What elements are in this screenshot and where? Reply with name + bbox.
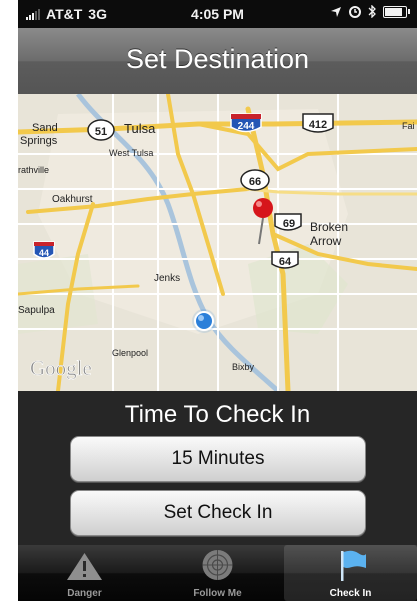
phone-screen: AT&T 3G 4:05 PM Set Destination 51 244 4… bbox=[18, 0, 417, 601]
tab-bar: Danger Follow Me Check In bbox=[18, 545, 417, 601]
map-label-sand: Sand bbox=[32, 122, 58, 134]
map-label-bixby: Bixby bbox=[232, 362, 255, 372]
highway-shield-412: 412 bbox=[302, 113, 334, 133]
svg-text:244: 244 bbox=[238, 121, 255, 132]
highway-shield-66: 66 bbox=[240, 169, 270, 191]
map-label-far-right: Fai bbox=[402, 121, 415, 131]
page-title: Set Destination bbox=[125, 44, 310, 74]
highway-shield-51: 51 bbox=[87, 119, 115, 141]
map-label-rathville: rathville bbox=[18, 165, 49, 175]
location-arrow-icon bbox=[331, 6, 341, 17]
svg-text:412: 412 bbox=[309, 119, 327, 131]
flag-icon bbox=[341, 550, 366, 581]
map-label-tulsa: Tulsa bbox=[124, 121, 156, 136]
current-location-icon bbox=[192, 309, 216, 333]
map-label-west-tulsa: West Tulsa bbox=[109, 148, 153, 158]
map-label-springs: Springs bbox=[20, 135, 58, 147]
tab-danger[interactable]: Danger bbox=[18, 545, 151, 601]
set-check-in-button[interactable]: Set Check In bbox=[70, 490, 366, 536]
svg-text:44: 44 bbox=[39, 248, 49, 258]
bluetooth-icon bbox=[368, 5, 376, 18]
alarm-icon bbox=[349, 5, 361, 18]
tab-check-in[interactable]: Check In bbox=[284, 545, 417, 601]
google-logo: Google bbox=[30, 356, 92, 380]
map-label-glenpool: Glenpool bbox=[112, 348, 148, 358]
radar-icon bbox=[202, 550, 233, 580]
check-in-heading: Time To Check In bbox=[124, 401, 311, 428]
destination-map[interactable]: 51 244 412 66 69 64 44 Sand Springs Tuls… bbox=[18, 94, 417, 391]
tab-danger-label: Danger bbox=[67, 588, 102, 599]
svg-text:51: 51 bbox=[95, 126, 107, 138]
map-label-sapulpa: Sapulpa bbox=[18, 305, 55, 316]
warning-triangle-icon bbox=[67, 553, 102, 580]
highway-shield-64: 64 bbox=[271, 251, 299, 269]
map-canvas[interactable]: 51 244 412 66 69 64 44 Sand Springs Tuls… bbox=[18, 94, 417, 391]
tab-follow-me-label: Follow Me bbox=[193, 588, 242, 599]
navigation-bar: Set Destination bbox=[18, 28, 417, 95]
status-bar: AT&T 3G 4:05 PM bbox=[18, 0, 417, 28]
check-in-duration-button[interactable]: 15 Minutes bbox=[70, 436, 366, 482]
map-label-arrow: Arrow bbox=[310, 234, 342, 248]
map-label-jenks: Jenks bbox=[154, 273, 180, 284]
battery-icon bbox=[383, 5, 410, 18]
highway-shield-69: 69 bbox=[274, 213, 302, 231]
check-in-panel: Time To Check In 15 Minutes Set Check In bbox=[18, 391, 417, 545]
svg-text:64: 64 bbox=[279, 256, 292, 268]
svg-text:66: 66 bbox=[249, 176, 261, 188]
tab-follow-me[interactable]: Follow Me bbox=[151, 545, 284, 601]
map-label-oakhurst: Oakhurst bbox=[52, 194, 93, 205]
tab-check-in-label: Check In bbox=[329, 588, 372, 599]
interstate-shield-244: 244 bbox=[230, 113, 262, 133]
svg-text:69: 69 bbox=[283, 218, 295, 230]
interstate-shield-44: 44 bbox=[33, 241, 55, 259]
map-label-broken: Broken bbox=[310, 220, 348, 234]
